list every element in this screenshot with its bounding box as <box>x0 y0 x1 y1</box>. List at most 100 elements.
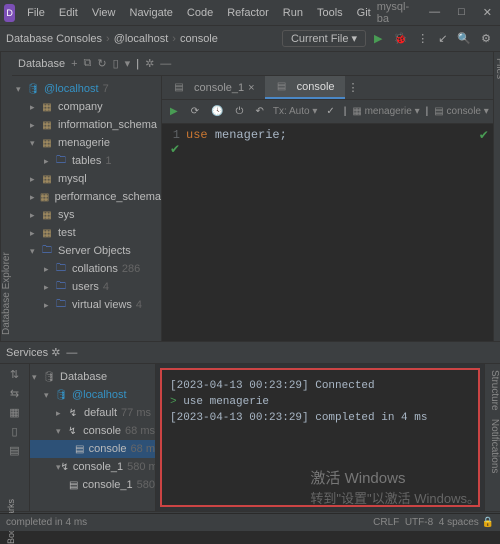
svc-console-inner[interactable]: ▤console68 m <box>30 440 155 458</box>
tree-schema-infoschema[interactable]: ▸▦information_schema <box>12 116 161 134</box>
more-icon[interactable]: ⋮ <box>414 32 431 45</box>
minimize-icon[interactable]: — <box>425 6 444 19</box>
execute-button[interactable]: ▶ <box>166 106 182 117</box>
tree-users[interactable]: ▸🗀users4 <box>12 278 161 296</box>
folder-icon: 🗀 <box>54 280 68 294</box>
tree-schema-mysql[interactable]: ▸▦mysql <box>12 170 161 188</box>
crumb-root[interactable]: Database Consoles <box>6 33 102 45</box>
database-icon: 🛢 <box>42 370 56 384</box>
menu-file[interactable]: File <box>21 5 51 21</box>
tree-tables[interactable]: ▸🗀tables1 <box>12 152 161 170</box>
menu-edit[interactable]: Edit <box>53 5 84 21</box>
settings-icon[interactable]: ⚙ <box>478 32 494 45</box>
menu-code[interactable]: Code <box>181 5 219 21</box>
svc-host[interactable]: ▾🛢@localhost <box>30 386 155 404</box>
menu-view[interactable]: View <box>86 5 122 21</box>
menu-refactor[interactable]: Refactor <box>221 5 275 21</box>
status-bar: completed in 4 ms CRLF UTF-8 4 spaces 🔒 <box>0 513 500 531</box>
sidebar-tab-files[interactable]: Files <box>493 52 500 341</box>
rollback-icon[interactable]: ↶ <box>252 106 266 117</box>
search-icon[interactable]: 🔍 <box>454 32 474 45</box>
menu-run[interactable]: Run <box>277 5 309 21</box>
tree-collations[interactable]: ▸🗀collations286 <box>12 260 161 278</box>
tree-schema-sys[interactable]: ▸▦sys <box>12 206 161 224</box>
services-tree[interactable]: ▾🛢Database ▾🛢@localhost ▸↯default77 ms ▾… <box>30 364 156 511</box>
filter-icon[interactable]: ▤ <box>9 444 19 457</box>
add-icon[interactable]: + <box>71 58 77 70</box>
console-icon: ▤ <box>172 81 186 95</box>
layout-icon[interactable]: ▯ <box>11 425 17 438</box>
session-icon: ↯ <box>66 406 80 420</box>
schema-icon: ▦ <box>40 226 54 240</box>
debug-icon[interactable]: 🐞 <box>391 32 411 45</box>
crumb-leaf[interactable]: console <box>180 33 218 45</box>
analysis-ok-icon[interactable]: ✔ <box>479 129 489 143</box>
menu-git[interactable]: Git <box>351 5 377 21</box>
svc-database[interactable]: ▾🛢Database <box>30 368 155 386</box>
schema-icon: ▦ <box>40 136 54 150</box>
sidebar-tab-database[interactable]: Database Explorer <box>0 52 12 341</box>
refresh-icon[interactable]: ⟳ <box>188 106 202 117</box>
tree-schema-perf[interactable]: ▸▦performance_schema <box>12 188 161 206</box>
hide-icon[interactable]: — <box>63 347 80 359</box>
stop-icon[interactable]: ⏻ <box>233 106 247 117</box>
run-config-dropdown[interactable]: Current File ▾ <box>282 30 366 47</box>
refresh-icon[interactable]: ↻ <box>97 57 106 70</box>
copy-icon[interactable]: ⧉ <box>84 57 92 70</box>
services-output[interactable]: [2023-04-13 00:23:29] Connected > use me… <box>160 368 480 507</box>
commit-icon[interactable]: ✓ <box>323 106 337 117</box>
tree-schema-company[interactable]: ▸▦company <box>12 98 161 116</box>
sidebar-tab-structure[interactable]: Structure Notifications <box>484 364 500 511</box>
svc-console1-inner[interactable]: ▤console_1580 <box>30 476 155 494</box>
project-name: mysql-ba <box>377 1 409 25</box>
stop-icon[interactable]: ▯ <box>113 57 119 70</box>
grid-icon[interactable]: ▦ <box>9 406 19 419</box>
tree-virtualviews[interactable]: ▸🗀virtual views4 <box>12 296 161 314</box>
database-icon: 🛢 <box>26 82 40 96</box>
main-menu: File Edit View Navigate Code Refactor Ru… <box>21 5 377 21</box>
gear-icon[interactable]: ✲ <box>145 57 154 70</box>
close-icon[interactable]: ✕ <box>479 6 496 19</box>
session-dropdown[interactable]: ▤ console ▾ <box>434 106 489 117</box>
code-editor[interactable]: 1 ✔ use menagerie; ✔ <box>162 124 493 341</box>
database-tree[interactable]: ▾🛢@localhost7 ▸▦company ▸▦information_sc… <box>12 76 162 341</box>
collapse-icon[interactable]: ⇆ <box>10 387 19 400</box>
tree-server-objects[interactable]: ▾🗀Server Objects <box>12 242 161 260</box>
tree-schema-menagerie[interactable]: ▾▦menagerie <box>12 134 161 152</box>
maximize-icon[interactable]: □ <box>454 6 469 19</box>
services-toolbar: ⇅ ⇆ ▦ ▯ ▤ <box>0 364 30 511</box>
log-line: [2023-04-13 00:23:29] Connected <box>170 378 470 394</box>
folder-icon: 🗀 <box>54 154 68 168</box>
log-line: [2023-04-13 00:23:29] completed in 4 ms <box>170 410 470 426</box>
update-icon[interactable]: ↙ <box>435 32 450 45</box>
expand-icon[interactable]: ⇅ <box>10 368 19 381</box>
tree-root[interactable]: ▾🛢@localhost7 <box>12 80 161 98</box>
tab-console[interactable]: ▤console <box>265 76 345 99</box>
crumb-host[interactable]: @localhost <box>114 33 169 45</box>
schema-dropdown[interactable]: ▦ menagerie ▾ <box>352 106 419 117</box>
hide-icon[interactable]: — <box>160 58 171 70</box>
status-encoding[interactable]: UTF-8 <box>405 517 433 528</box>
tab-console1[interactable]: ▤console_1 × <box>162 76 265 99</box>
status-message: completed in 4 ms <box>6 517 87 528</box>
status-indent[interactable]: 4 spaces <box>439 517 479 528</box>
menu-navigate[interactable]: Navigate <box>124 5 179 21</box>
run-button[interactable]: ▶ <box>370 32 386 45</box>
history-icon[interactable]: 🕓 <box>208 106 226 117</box>
folder-icon: 🗀 <box>40 244 54 258</box>
svc-default[interactable]: ▸↯default77 ms <box>30 404 155 422</box>
filter-icon[interactable]: ▾ <box>125 57 131 70</box>
tab-more-icon[interactable]: ⋮ <box>345 81 365 94</box>
schema-icon: ▦ <box>40 118 54 132</box>
menu-tools[interactable]: Tools <box>311 5 349 21</box>
editor-tabs: ▤console_1 × ▤console ⋮ <box>162 76 493 100</box>
svc-console[interactable]: ▾↯console68 ms <box>30 422 155 440</box>
tx-mode-dropdown[interactable]: Tx: Auto ▾ <box>273 106 318 117</box>
status-crlf[interactable]: CRLF <box>373 517 399 528</box>
gear-icon[interactable]: ✲ <box>48 346 63 359</box>
tree-schema-test[interactable]: ▸▦test <box>12 224 161 242</box>
readonly-icon[interactable]: 🔒 <box>482 517 494 528</box>
line-number: 1 <box>173 128 180 142</box>
svc-console1[interactable]: ▾↯console_1580 m <box>30 458 155 476</box>
database-panel-header: Database + ⧉ ↻ ▯ ▾ | ✲ — <box>12 52 493 76</box>
